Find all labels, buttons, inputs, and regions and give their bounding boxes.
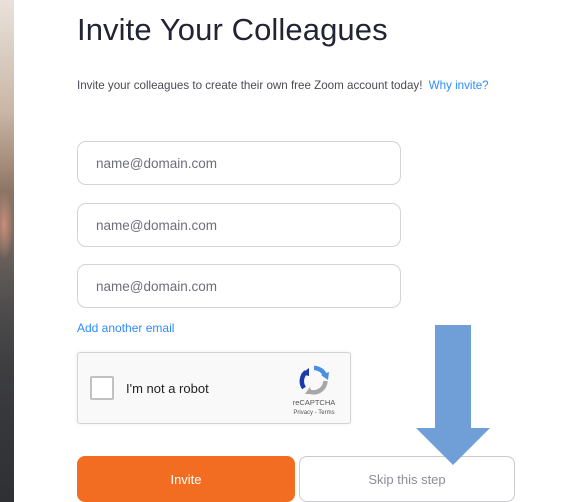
recaptcha-terms-link[interactable]: Privacy - Terms xyxy=(282,410,346,416)
page-subtitle: Invite your colleagues to create their o… xyxy=(77,79,489,92)
signup-invite-screen: Invite Your Colleagues Invite your colle… xyxy=(0,0,561,502)
recaptcha-brand: reCAPTCHA xyxy=(292,398,336,407)
subtitle-text: Invite your colleagues to create their o… xyxy=(77,79,423,92)
page-title: Invite Your Colleagues xyxy=(77,12,388,47)
why-invite-link[interactable]: Why invite? xyxy=(429,79,489,92)
add-another-email-link[interactable]: Add another email xyxy=(77,321,174,335)
email-field-2[interactable] xyxy=(77,203,401,247)
recaptcha-label: I'm not a robot xyxy=(126,381,209,396)
recaptcha-checkbox[interactable] xyxy=(90,376,114,400)
recaptcha-logo-icon xyxy=(299,365,329,395)
recaptcha-widget: I'm not a robot reCAPTCHA Privacy - Term… xyxy=(77,352,351,424)
background-photo xyxy=(0,0,14,502)
arrow-down-icon xyxy=(416,325,490,465)
email-field-3[interactable] xyxy=(77,264,401,308)
email-field-1[interactable] xyxy=(77,141,401,185)
invite-card: Invite Your Colleagues Invite your colle… xyxy=(14,0,561,502)
invite-button[interactable]: Invite xyxy=(77,456,295,502)
